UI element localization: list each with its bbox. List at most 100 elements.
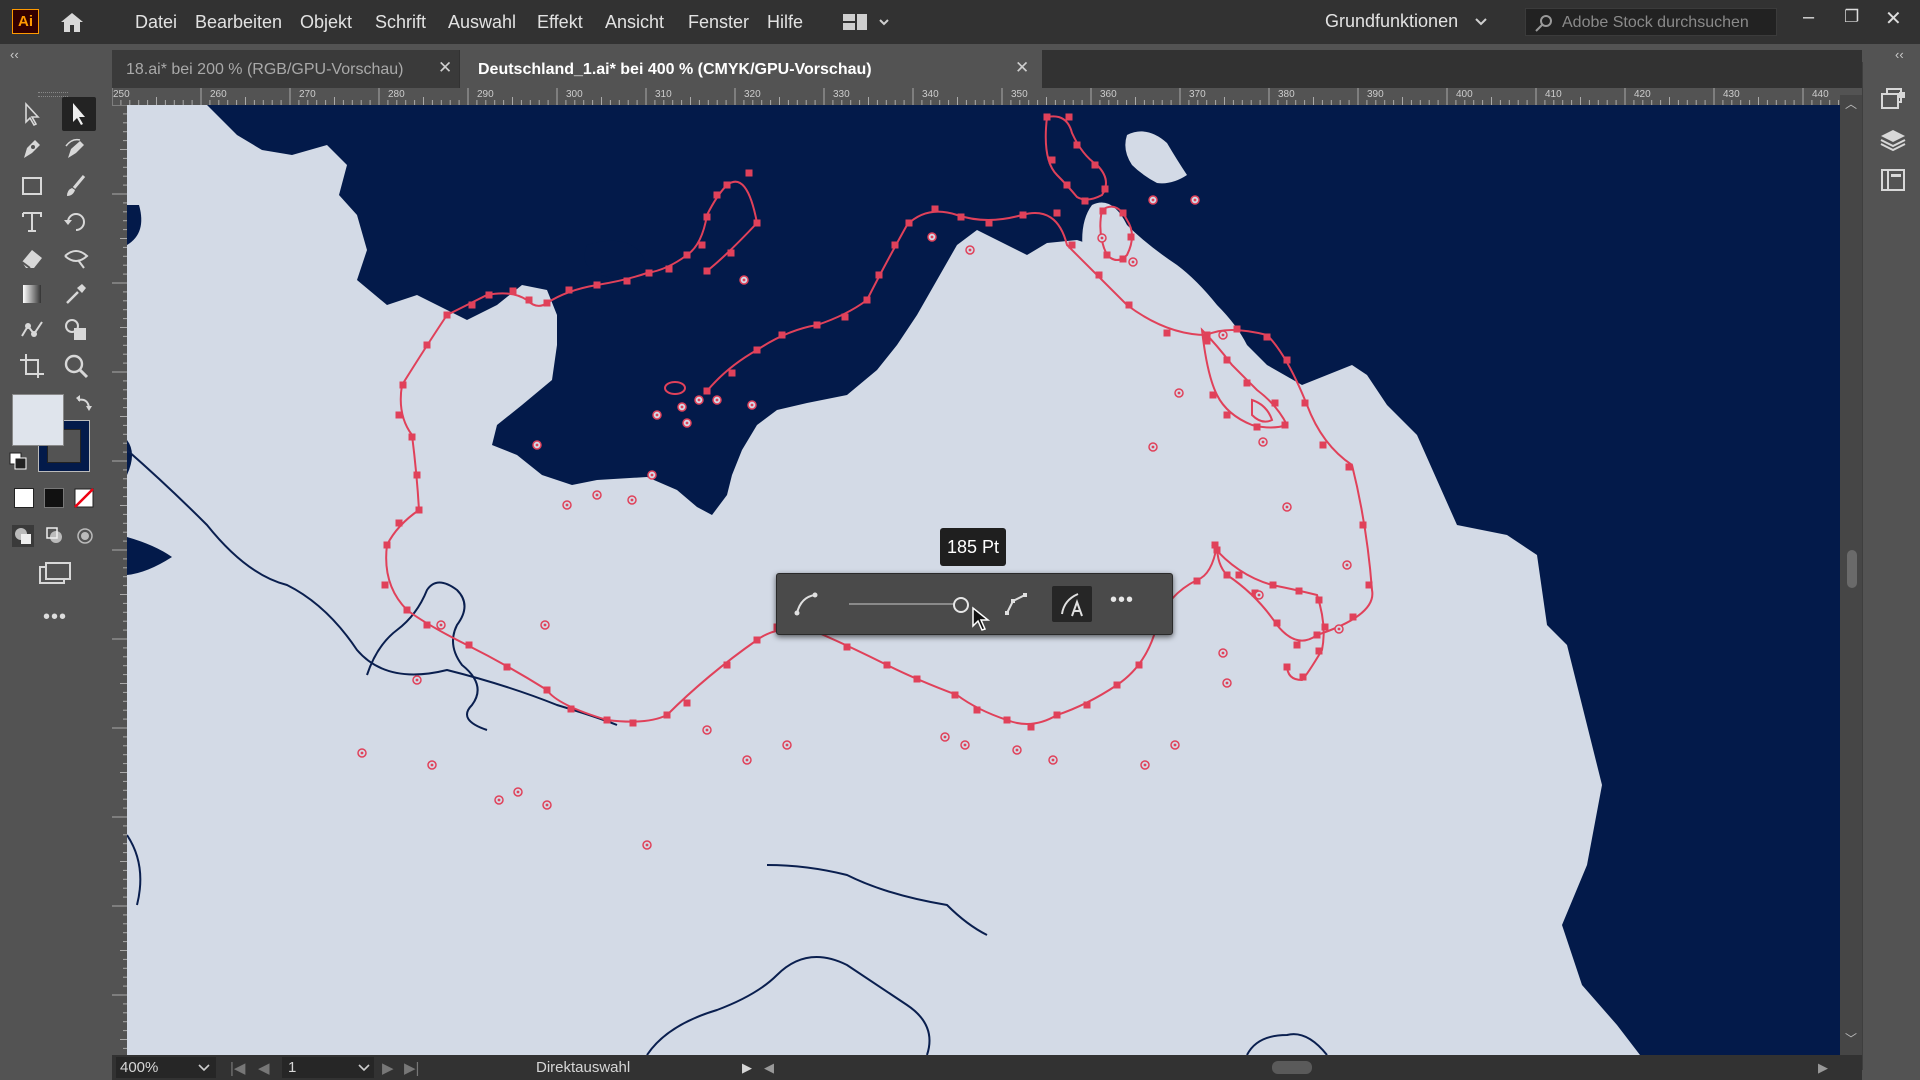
anchor-point[interactable] [1099,207,1107,215]
anchor-point[interactable] [468,301,476,309]
artboard-tool-icon[interactable] [18,352,46,380]
menu-fenster[interactable]: Fenster [688,12,749,33]
anchor-point[interactable] [1073,141,1081,149]
anchor-point[interactable] [931,205,939,213]
anchor-point[interactable] [1345,463,1353,471]
selection-tool-icon[interactable] [18,100,46,128]
pen-tool-icon[interactable] [18,136,46,164]
none-mode-button[interactable] [74,488,94,508]
anchor-point[interactable] [1019,211,1027,219]
anchor-point[interactable] [1283,663,1291,671]
paintbrush-tool-icon[interactable] [62,172,90,200]
anchor-point[interactable] [408,433,416,441]
anchor-point[interactable] [698,241,706,249]
anchor-point[interactable] [1193,577,1201,585]
anchor-point[interactable] [1135,661,1143,669]
anchor-point[interactable] [1295,587,1303,595]
anchor-point[interactable] [543,686,551,694]
swap-fill-stroke-icon[interactable] [74,394,94,414]
anchor-point[interactable] [863,296,871,304]
anchor-point[interactable] [957,213,965,221]
anchor-point[interactable] [1119,209,1127,217]
menu-ansicht[interactable]: Ansicht [605,12,664,33]
smooth-slider-track[interactable] [849,603,959,605]
scroll-up-icon[interactable]: ︿ [1845,95,1857,112]
properties-icon[interactable] [1879,166,1907,194]
eyedropper-tool-icon[interactable] [62,280,90,308]
edit-toolbar-icon[interactable]: ••• [43,606,67,629]
anchor-point[interactable] [1281,421,1289,429]
anchor-point[interactable] [1349,613,1357,621]
anchor-point[interactable] [1233,325,1241,333]
anchor-point[interactable] [665,265,673,273]
anchor-point[interactable] [683,699,691,707]
width-tool-icon[interactable] [62,244,90,272]
horizontal-scroll-thumb[interactable] [1272,1061,1312,1074]
anchor-point[interactable] [1315,596,1323,604]
type-tool-icon[interactable] [18,208,46,236]
anchor-point[interactable] [745,169,753,177]
anchor-point[interactable] [778,331,786,339]
tab-deutschland[interactable]: Deutschland_1.ai* bei 400 % (CMYK/GPU-Vo… [460,50,1042,88]
anchor-point[interactable] [1283,356,1291,364]
anchor-point[interactable] [623,277,631,285]
anchor-point[interactable] [465,641,473,649]
anchor-point[interactable] [1081,197,1089,205]
collapse-panels-icon[interactable]: ‹‹ [1895,47,1904,62]
gradient-mode-button[interactable] [44,488,64,508]
anchor-point[interactable] [399,381,407,389]
anchor-point[interactable] [753,219,761,227]
anchor-point[interactable] [509,287,517,295]
anchor-point[interactable] [883,661,891,669]
scroll-left-icon[interactable]: ◀ [764,1060,774,1076]
anchor-point[interactable] [1003,716,1011,724]
chevron-down-icon[interactable] [358,1064,370,1072]
anchor-point[interactable] [395,411,403,419]
anchor-point[interactable] [423,341,431,349]
anchor-point[interactable] [1053,711,1061,719]
anchor-point[interactable] [423,621,431,629]
menu-hilfe[interactable]: Hilfe [767,12,803,33]
anchor-point[interactable] [1223,356,1231,364]
anchor-point[interactable] [395,519,403,527]
draw-normal-icon[interactable] [12,525,34,547]
prev-artboard-icon[interactable]: ◀ [258,1059,270,1077]
libraries-icon[interactable] [1879,84,1907,112]
anchor-point[interactable] [891,241,899,249]
maximize-button[interactable]: ❐ [1844,7,1859,27]
anchor-point[interactable] [1313,631,1321,639]
anchor-point[interactable] [1163,329,1171,337]
chevron-down-icon[interactable] [1474,17,1488,27]
anchor-point[interactable] [567,705,575,713]
puppet-warp-tool-icon[interactable] [18,316,46,344]
anchor-point[interactable] [703,213,711,221]
status-menu-icon[interactable]: ▶ [742,1060,752,1076]
anchor-point[interactable] [381,581,389,589]
anchor-point[interactable] [1365,581,1373,589]
menu-bearbeiten[interactable]: Bearbeiten [195,12,282,33]
rotate-tool-icon[interactable] [62,208,90,236]
close-window-button[interactable]: ✕ [1885,6,1902,31]
anchor-point[interactable] [1119,255,1127,263]
anchor-point[interactable] [1048,156,1056,164]
anchor-point[interactable] [1103,251,1111,259]
anchor-point[interactable] [723,661,731,669]
anchor-point[interactable] [1273,619,1281,627]
scroll-down-icon[interactable]: ﹀ [1845,1030,1857,1047]
rectangle-tool-icon[interactable] [18,172,46,200]
direct-selection-tool[interactable] [62,97,96,131]
first-artboard-icon[interactable]: |◀ [230,1059,245,1077]
anchor-point[interactable] [1209,391,1217,399]
anchor-point[interactable] [723,181,731,189]
menu-auswahl[interactable]: Auswahl [448,12,516,33]
anchor-point[interactable] [543,299,551,307]
anchor-point[interactable] [1125,301,1133,309]
anchor-point[interactable] [1243,379,1251,387]
collapse-toolbar-icon[interactable]: ‹‹ [10,47,19,62]
anchor-point[interactable] [1223,571,1231,579]
close-tab-icon[interactable]: ✕ [438,58,452,78]
home-icon[interactable] [58,10,86,34]
draw-behind-icon[interactable] [44,525,66,547]
anchor-point[interactable] [1095,271,1103,279]
anchor-point[interactable] [703,267,711,275]
